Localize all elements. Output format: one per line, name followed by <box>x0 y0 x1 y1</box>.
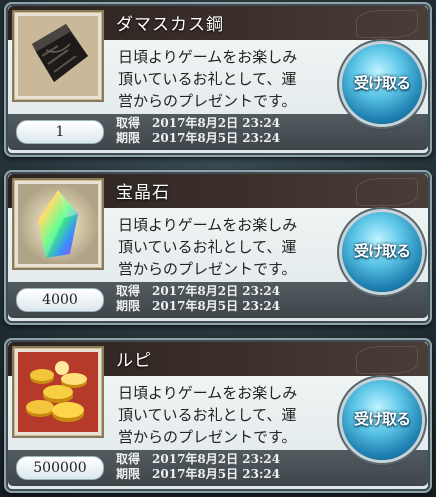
item-name: ルピ <box>116 351 152 371</box>
message-line: 日頃よりゲームをお楽しみ <box>118 384 298 402</box>
message-line: 頂いているお礼として、運 <box>118 406 297 424</box>
expiry-label: 期限 <box>116 467 141 481</box>
receive-button-label: 受け取る <box>353 242 411 260</box>
quantity-badge: 4000 <box>16 288 104 312</box>
gift-dates: 取得 2017年8月2日 23:24 期限 2017年8月5日 23:24 <box>116 116 280 146</box>
message-line: 日頃よりゲームをお楽しみ <box>118 216 298 234</box>
item-name: 宝晶石 <box>116 183 170 203</box>
message-line: 頂いているお礼として、運 <box>118 238 297 256</box>
gift-message: 日頃よりゲームをお楽しみ 頂いているお礼として、運 営からのプレゼントです。 <box>118 382 338 448</box>
gift-card-crystal: 宝晶石 日頃よりゲームをお楽しみ 頂いているお礼として、運 営からのプレゼントで… <box>4 170 432 325</box>
item-thumbnail-frame <box>12 346 104 438</box>
message-line: 日頃よりゲームをお楽しみ <box>118 48 298 66</box>
acquired-date: 2017年8月2日 23:24 <box>152 452 281 466</box>
item-thumbnail-frame <box>12 10 104 102</box>
receive-button-label: 受け取る <box>353 410 411 428</box>
quantity-badge: 1 <box>16 120 104 144</box>
expiry-label: 期限 <box>116 299 141 313</box>
item-name: ダマスカス鋼 <box>116 15 224 35</box>
receive-button-label: 受け取る <box>353 74 411 92</box>
acquired-date: 2017年8月2日 23:24 <box>152 284 281 298</box>
gift-dates: 取得 2017年8月2日 23:24 期限 2017年8月5日 23:24 <box>116 452 280 482</box>
message-line: 営からのプレゼントです。 <box>118 428 297 446</box>
item-thumbnail-frame <box>12 178 104 270</box>
gift-card-damascus: ダマスカス鋼 日頃よりゲームをお楽しみ 頂いているお礼として、運 営からのプレゼ… <box>4 2 432 157</box>
gift-dates: 取得 2017年8月2日 23:24 期限 2017年8月5日 23:24 <box>116 284 280 314</box>
quantity-badge: 500000 <box>16 456 104 480</box>
gift-message: 日頃よりゲームをお楽しみ 頂いているお礼として、運 営からのプレゼントです。 <box>118 46 338 112</box>
acquired-label: 取得 <box>116 284 141 298</box>
receive-button[interactable]: 受け取る <box>342 44 422 124</box>
expiry-date: 2017年8月5日 23:24 <box>152 467 281 481</box>
receive-button[interactable]: 受け取る <box>342 212 422 292</box>
acquired-date: 2017年8月2日 23:24 <box>152 116 281 130</box>
acquired-label: 取得 <box>116 116 141 130</box>
rupie-coins-icon <box>18 352 98 432</box>
receive-button[interactable]: 受け取る <box>342 380 422 460</box>
message-line: 営からのプレゼントです。 <box>118 92 297 110</box>
message-line: 営からのプレゼントです。 <box>118 260 297 278</box>
crystal-icon <box>18 184 98 264</box>
acquired-label: 取得 <box>116 452 141 466</box>
expiry-label: 期限 <box>116 131 141 145</box>
expiry-date: 2017年8月5日 23:24 <box>152 131 281 145</box>
expiry-date: 2017年8月5日 23:24 <box>152 299 281 313</box>
message-line: 頂いているお礼として、運 <box>118 70 297 88</box>
gift-message: 日頃よりゲームをお楽しみ 頂いているお礼として、運 営からのプレゼントです。 <box>118 214 338 280</box>
gift-card-rupie: ルピ 日頃よりゲームをお楽しみ 頂いているお礼として、運 営からのプレゼントです… <box>4 338 432 493</box>
damascus-steel-icon <box>18 16 98 96</box>
